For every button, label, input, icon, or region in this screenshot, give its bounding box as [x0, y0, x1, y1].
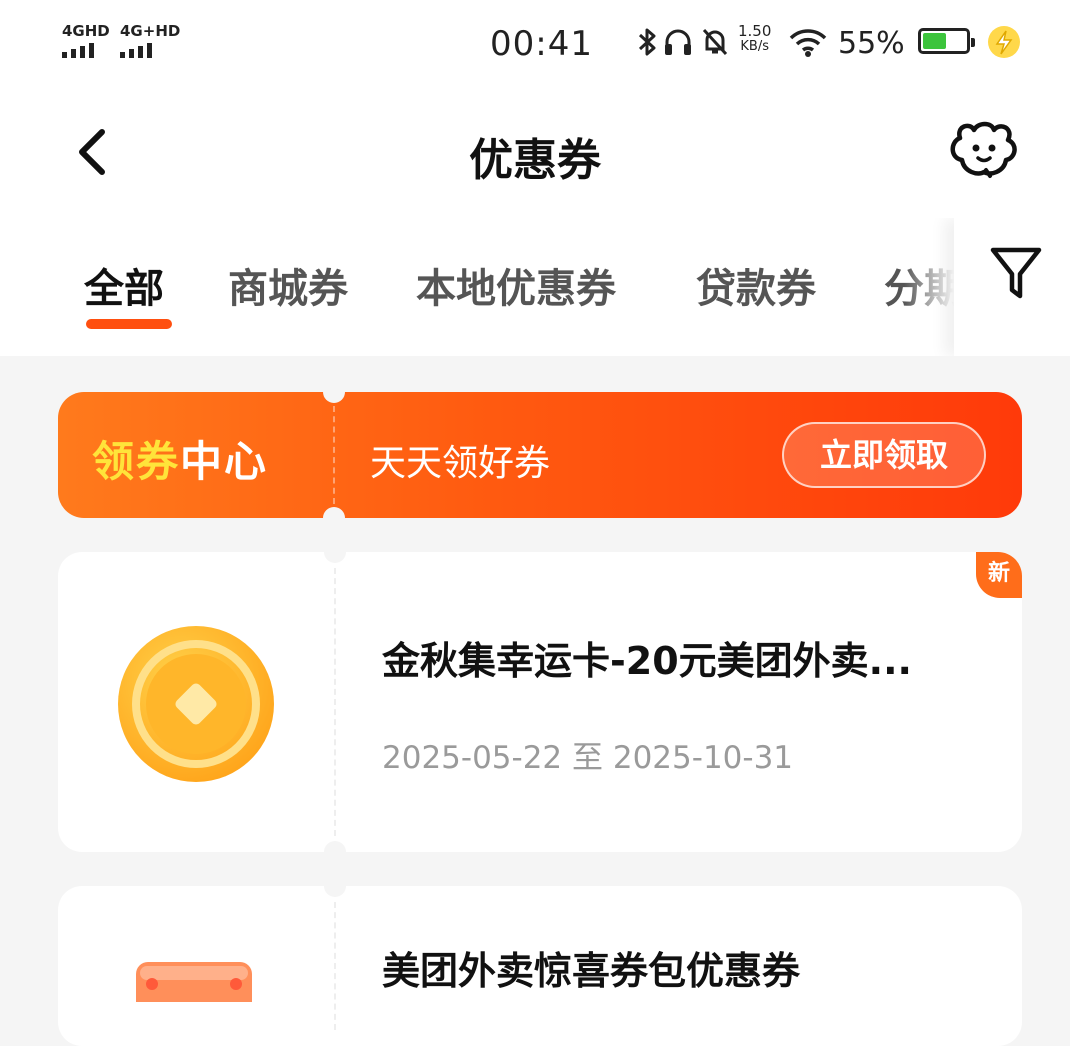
new-badge: 新	[976, 552, 1022, 598]
sim1-label: 4GHD	[62, 22, 110, 40]
charging-icon	[988, 26, 1020, 58]
wifi-icon	[789, 29, 827, 57]
banner-title-part1: 领券	[92, 437, 181, 486]
headphones-icon	[665, 29, 691, 55]
filter-icon	[990, 247, 1042, 299]
sim2-label: 4G+HD	[120, 22, 181, 40]
signal-bars-icon	[62, 43, 110, 58]
active-tab-indicator	[86, 319, 172, 329]
tab-all[interactable]: 全部	[84, 256, 164, 314]
coupon-validity-dates: 2025-05-22 至 2025-10-31	[382, 740, 794, 776]
sim1-signal: 4GHD	[62, 22, 110, 58]
nav-bar: 优惠券	[0, 88, 1070, 218]
coupon-name: 金秋集幸运卡-20元美团外卖...	[382, 639, 912, 683]
bell-muted-icon	[702, 28, 728, 56]
page-title: 优惠券	[469, 135, 601, 186]
tab-mall-coupons[interactable]: 商城券	[228, 256, 348, 314]
tab-loan-coupons[interactable]: 贷款券	[696, 256, 816, 314]
banner-subtitle: 天天领好券	[370, 443, 551, 484]
coupon-pack-icon	[136, 962, 252, 1002]
battery-icon	[918, 28, 975, 54]
gold-coin-icon	[118, 626, 274, 782]
coupon-card[interactable]: 美团外卖惊喜券包优惠券	[58, 886, 1022, 1046]
network-speed-unit: KB/s	[740, 39, 769, 54]
battery-percent: 55%	[838, 26, 905, 61]
coupon-center-banner[interactable]: 领券中心 天天领好券 立即领取	[58, 392, 1022, 518]
category-tabs: 全部 商城券 本地优惠券 贷款券 分期	[0, 218, 1070, 356]
status-bar: 4GHD 4G+HD 00:41 1.50 KB/s 55%	[0, 0, 1070, 88]
clock: 00:41	[490, 24, 593, 64]
battery-level-fill	[923, 33, 946, 49]
banner-title-part2: 中心	[180, 437, 269, 486]
network-speed-value: 1.50	[738, 22, 772, 40]
tab-local-coupons[interactable]: 本地优惠券	[416, 256, 616, 314]
assistant-button[interactable]	[946, 120, 1022, 182]
bluetooth-icon	[638, 28, 656, 56]
assistant-mascot-icon	[950, 121, 1017, 178]
banner-title: 领券中心	[92, 428, 268, 489]
filter-button[interactable]	[954, 218, 1070, 356]
signal-bars-icon	[120, 43, 180, 58]
claim-now-button[interactable]: 立即领取	[782, 422, 986, 488]
coupon-card[interactable]: 金秋集幸运卡-20元美团外卖... 2025-05-22 至 2025-10-3…	[58, 552, 1022, 852]
sim2-signal: 4G+HD	[120, 22, 180, 58]
coupon-name: 美团外卖惊喜券包优惠券	[382, 949, 801, 993]
tab-track: 全部 商城券 本地优惠券 贷款券 分期	[0, 218, 954, 356]
network-speed: 1.50 KB/s	[738, 22, 772, 55]
